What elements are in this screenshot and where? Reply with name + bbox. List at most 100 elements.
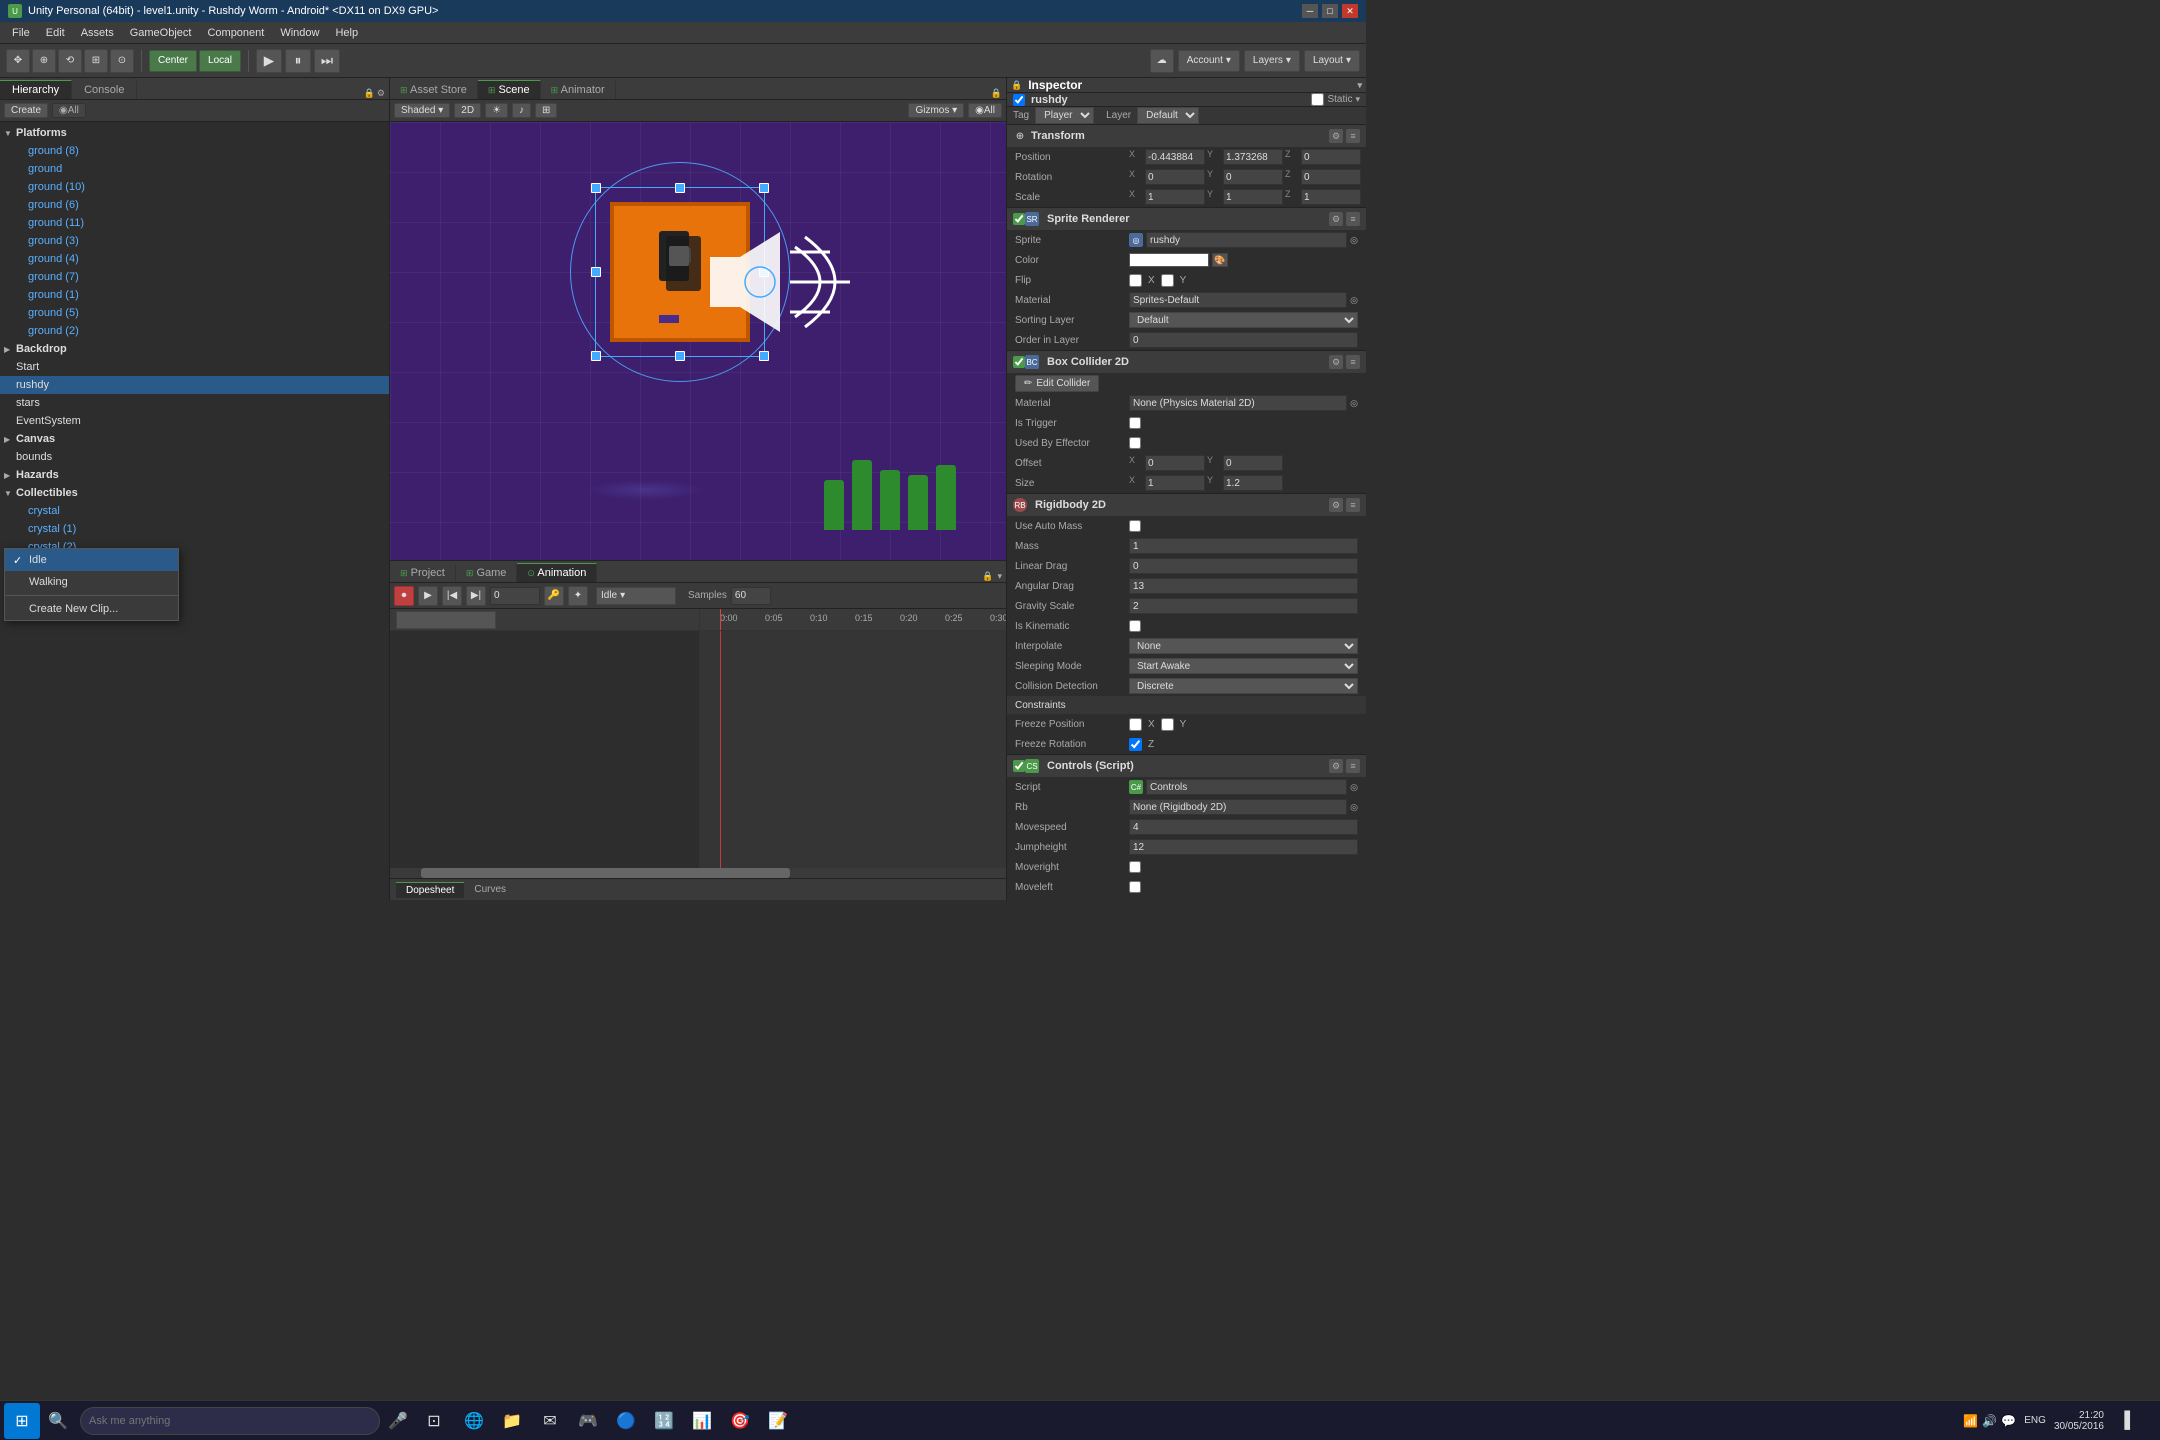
material-picker[interactable]: ◎ — [1350, 295, 1358, 306]
tab-project[interactable]: ⊞ Project — [390, 564, 456, 582]
taskbar-excel[interactable]: 📊 — [684, 1403, 720, 1439]
movespeed-input[interactable] — [1129, 819, 1358, 835]
taskbar-edge[interactable]: 🌐 — [456, 1403, 492, 1439]
color-picker-button[interactable]: 🎨 — [1212, 253, 1228, 267]
tree-row[interactable]: ground (4) — [0, 250, 389, 268]
position-z[interactable] — [1301, 149, 1361, 165]
menu-assets[interactable]: Assets — [73, 25, 122, 41]
freeze-pos-x[interactable] — [1129, 718, 1142, 731]
box-collider-menu[interactable]: ≡ — [1346, 355, 1360, 369]
object-name[interactable]: rushdy — [1031, 94, 1305, 106]
hierarchy-item-canvas[interactable]: ▶ Canvas — [0, 430, 389, 448]
local-button[interactable]: Local — [199, 50, 241, 72]
mass-input[interactable] — [1129, 538, 1358, 554]
offset-x[interactable] — [1145, 455, 1205, 471]
anim-add-key-button[interactable]: 🔑 — [544, 586, 564, 606]
timeline-playhead[interactable] — [720, 609, 721, 630]
flip-y-checkbox[interactable] — [1161, 274, 1174, 287]
sprite-renderer-header[interactable]: SR Sprite Renderer ⚙ ≡ — [1007, 208, 1366, 230]
hierarchy-item-eventsystem[interactable]: EventSystem — [0, 412, 389, 430]
material-input[interactable] — [1129, 292, 1347, 308]
freeze-rot-z[interactable] — [1129, 738, 1142, 751]
all-layers-dropdown[interactable]: ◉All — [968, 103, 1002, 118]
sprite-picker[interactable]: ◎ — [1350, 235, 1358, 246]
rotation-x[interactable] — [1145, 169, 1205, 185]
create-new-clip-button[interactable]: Create New Clip... — [5, 598, 178, 620]
pause-button[interactable]: ⏸ — [285, 49, 311, 73]
inspector-lock-icon[interactable]: 🔒 — [1011, 80, 1022, 91]
hierarchy-item-start[interactable]: Start — [0, 358, 389, 376]
rigidbody2d-header[interactable]: RB Rigidbody 2D ⚙ ≡ — [1007, 494, 1366, 516]
moveleft-checkbox[interactable] — [1129, 881, 1141, 893]
tree-row[interactable]: ground (11) — [0, 214, 389, 232]
transform-header[interactable]: ⊕ Transform ⚙ ≡ — [1007, 125, 1366, 147]
script-input[interactable] — [1146, 779, 1347, 795]
fx-button[interactable]: ⊞ — [535, 103, 557, 118]
timeline-scroll[interactable] — [390, 868, 1006, 878]
hierarchy-item-platforms[interactable]: ▼ Platforms — [0, 124, 389, 142]
anim-play-button[interactable]: ▶ — [418, 586, 438, 606]
controls-script-menu[interactable]: ≡ — [1346, 759, 1360, 773]
center-button[interactable]: Center — [149, 50, 197, 72]
start-button[interactable]: ⊞ — [4, 1403, 40, 1439]
sprite-input[interactable] — [1146, 232, 1347, 248]
interpolate-dropdown[interactable]: None — [1129, 638, 1358, 654]
lock-icon[interactable]: 🔒 — [364, 88, 375, 99]
account-button[interactable]: Account ▾ — [1178, 50, 1240, 72]
layers-button[interactable]: Layers ▾ — [1244, 50, 1300, 72]
transform-menu[interactable]: ≡ — [1346, 129, 1360, 143]
taskbar-steam[interactable]: 🎮 — [570, 1403, 606, 1439]
size-x[interactable] — [1145, 475, 1205, 491]
taskbar-clock[interactable]: 21:20 30/05/2016 — [2054, 1410, 2104, 1432]
dopesheet-tab[interactable]: Dopesheet — [396, 882, 464, 898]
curves-tab[interactable]: Curves — [464, 882, 516, 897]
scene-viewport[interactable] — [390, 122, 1006, 560]
tab-scene[interactable]: ⊞ Scene — [478, 80, 541, 99]
order-input[interactable] — [1129, 332, 1358, 348]
tree-row[interactable]: ground (1) — [0, 286, 389, 304]
shading-dropdown[interactable]: Shaded ▾ — [394, 103, 450, 118]
tab-hierarchy[interactable]: Hierarchy — [0, 80, 72, 99]
box-collider-header[interactable]: BC Box Collider 2D ⚙ ≡ — [1007, 351, 1366, 373]
tree-row[interactable]: crystal (1) — [0, 520, 389, 538]
offset-y[interactable] — [1223, 455, 1283, 471]
controls-script-settings[interactable]: ⚙ — [1329, 759, 1343, 773]
sorting-layer-dropdown[interactable]: Default — [1129, 312, 1358, 328]
hierarchy-item-hazards[interactable]: ▶ Hazards — [0, 466, 389, 484]
rotation-y[interactable] — [1223, 169, 1283, 185]
position-y[interactable] — [1223, 149, 1283, 165]
taskbar-calc[interactable]: 🔢 — [646, 1403, 682, 1439]
taskbar-explorer[interactable]: 📁 — [494, 1403, 530, 1439]
menu-component[interactable]: Component — [199, 25, 272, 41]
taskbar-search[interactable] — [80, 1407, 380, 1435]
static-checkbox[interactable] — [1311, 93, 1324, 106]
tree-row[interactable]: ground (10) — [0, 178, 389, 196]
inspector-settings-icon[interactable]: ▾ — [1357, 80, 1362, 91]
taskbar-unity-runtime[interactable]: 🎯 — [722, 1403, 758, 1439]
hierarchy-item-backdrop[interactable]: ▶ Backdrop — [0, 340, 389, 358]
hierarchy-item-stars[interactable]: stars — [0, 394, 389, 412]
layer-dropdown[interactable]: Default — [1137, 107, 1199, 124]
tab-asset-store[interactable]: ⊞ Asset Store — [390, 81, 478, 99]
tab-console[interactable]: Console — [72, 80, 137, 99]
collider-material-input[interactable] — [1129, 395, 1347, 411]
cloud-button[interactable]: ☁ — [1150, 49, 1174, 73]
rigidbody2d-menu[interactable]: ≡ — [1346, 498, 1360, 512]
anim-clip-idle[interactable]: ✓ Idle — [5, 549, 178, 571]
settings-icon[interactable]: ⚙ — [377, 88, 385, 99]
taskbar-mic[interactable]: 🎤 — [380, 1403, 416, 1439]
hand-tool[interactable]: ✥ — [6, 49, 30, 73]
controls-script-header[interactable]: CS Controls (Script) ⚙ ≡ — [1007, 755, 1366, 777]
layout-button[interactable]: Layout ▾ — [1304, 50, 1360, 72]
sleeping-dropdown[interactable]: Start Awake — [1129, 658, 1358, 674]
object-enable-checkbox[interactable] — [1013, 94, 1025, 106]
transform-settings[interactable]: ⚙ — [1329, 129, 1343, 143]
box-collider-enable[interactable] — [1013, 356, 1025, 368]
flip-x-checkbox[interactable] — [1129, 274, 1142, 287]
gizmos-dropdown[interactable]: Gizmos ▾ — [908, 103, 964, 118]
create-button[interactable]: Create — [4, 103, 48, 118]
hierarchy-item-rushdy[interactable]: rushdy — [0, 376, 389, 394]
menu-window[interactable]: Window — [272, 25, 327, 41]
menu-file[interactable]: File — [4, 25, 38, 41]
tree-row[interactable]: ground (8) — [0, 142, 389, 160]
